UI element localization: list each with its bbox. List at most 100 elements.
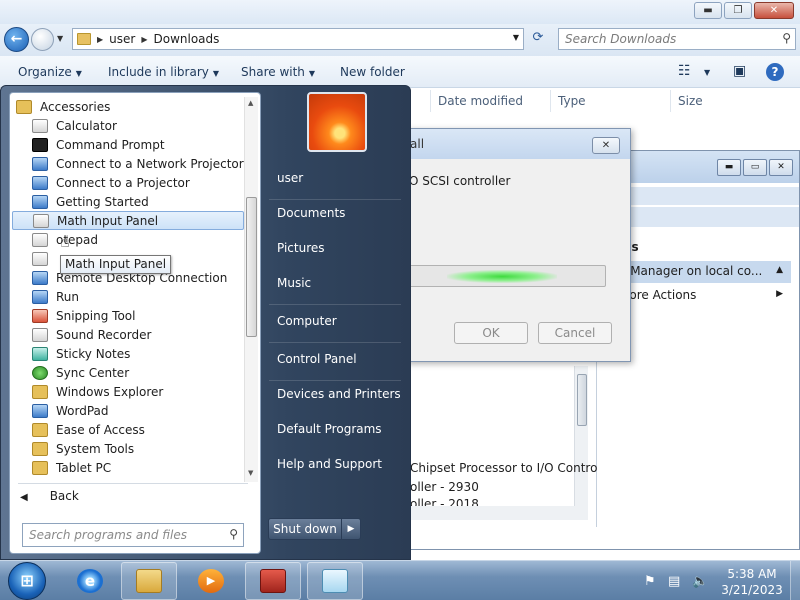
start-right-item-control-panel[interactable]: Control Panel <box>277 352 357 366</box>
volume-muted-icon[interactable]: 🔈 <box>692 574 708 589</box>
column-size[interactable]: Size <box>678 94 703 108</box>
device-tree-scrollbar[interactable] <box>574 366 588 506</box>
column-type[interactable]: Type <box>558 94 586 108</box>
start-search-placeholder: Search programs and files <box>29 528 187 542</box>
chevron-down-icon[interactable]: ▼ <box>704 68 710 77</box>
taskbar-notepad[interactable] <box>307 562 363 600</box>
taskbar-internet-explorer[interactable]: e <box>62 562 118 600</box>
program-item[interactable]: Calculator <box>12 116 244 135</box>
breadcrumb-user[interactable]: user <box>109 32 135 46</box>
show-desktop-button[interactable] <box>790 561 800 600</box>
chevron-down-icon: ▼ <box>212 69 220 78</box>
clock[interactable]: 5:38 AM 3/21/2023 <box>718 566 786 598</box>
start-right-item-help-and-support[interactable]: Help and Support <box>277 457 382 471</box>
program-item[interactable]: Tablet PC <box>12 458 244 477</box>
program-label: Run <box>56 289 80 304</box>
shutdown-options-button[interactable]: ▶ <box>341 518 361 540</box>
view-options-icon[interactable]: ☷ <box>678 63 691 79</box>
program-item[interactable]: Getting Started <box>12 192 244 211</box>
scroll-up-icon[interactable]: ▲ <box>248 99 253 107</box>
taskbar-windows-explorer[interactable] <box>121 562 177 600</box>
column-date-modified[interactable]: Date modified <box>438 94 523 108</box>
shutdown-button[interactable]: Shut down <box>268 518 342 540</box>
program-item[interactable]: Run <box>12 287 244 306</box>
sticky-notes-icon <box>32 346 48 361</box>
hand-cursor-icon: ☝ <box>60 232 70 251</box>
program-item[interactable]: Snipping Tool <box>12 306 244 325</box>
program-item[interactable]: Sticky Notes <box>12 344 244 363</box>
device-tree-item[interactable]: Chipset Processor to I/O Contro <box>410 461 597 475</box>
new-folder-button[interactable]: New folder <box>340 65 405 79</box>
program-item[interactable]: Sound Recorder <box>12 325 244 344</box>
program-item[interactable]: otepad <box>12 230 244 249</box>
program-item[interactable]: WordPad <box>12 401 244 420</box>
back-label: Back <box>49 489 79 503</box>
media-player-icon: ▶ <box>198 569 224 593</box>
refresh-icon[interactable]: ⟳ <box>528 30 548 48</box>
program-item[interactable]: Connect to a Network Projector <box>12 154 244 173</box>
programs-scrollbar[interactable]: ▲ ▼ <box>244 97 258 482</box>
start-right-item-devices-and-printers[interactable]: Devices and Printers <box>277 387 401 401</box>
program-item[interactable]: Ease of Access <box>12 420 244 439</box>
explorer-title-bar[interactable]: ▬ ❐ ✕ <box>0 0 800 24</box>
scrollbar-thumb[interactable] <box>246 197 257 337</box>
search-icon: ⚲ <box>229 527 238 541</box>
share-with-button[interactable]: Share with ▼ <box>241 65 315 79</box>
horizontal-scrollbar[interactable] <box>406 506 588 520</box>
close-button[interactable]: ✕ <box>769 159 793 176</box>
maximize-button[interactable]: ▭ <box>743 159 767 176</box>
back-button[interactable]: ← <box>4 27 29 52</box>
program-item[interactable]: Connect to a Projector <box>12 173 244 192</box>
start-search-input[interactable]: Search programs and files ⚲ <box>22 523 244 547</box>
start-right-item-documents[interactable]: Documents <box>277 206 345 220</box>
search-input[interactable]: Search Downloads ⚲ <box>558 28 796 50</box>
network-icon[interactable]: ▤ <box>668 574 680 589</box>
chevron-down-icon[interactable]: ▼ <box>513 33 519 42</box>
start-right-item-computer[interactable]: Computer <box>277 314 337 328</box>
recent-pages-dropdown[interactable]: ▼ <box>57 34 63 43</box>
start-right-item-user[interactable]: user <box>277 171 303 185</box>
scrollbar-thumb[interactable] <box>577 374 587 426</box>
action-center-flag-icon[interactable]: ⚑ <box>644 574 656 589</box>
program-item[interactable]: System Tools <box>12 439 244 458</box>
address-bar[interactable]: ▶ user ▶ Downloads ▼ <box>72 28 524 50</box>
close-button[interactable]: ✕ <box>754 2 794 19</box>
minimize-button[interactable]: ▬ <box>694 2 722 19</box>
taskbar-device-manager[interactable] <box>245 562 301 600</box>
program-item[interactable]: Command Prompt <box>12 135 244 154</box>
include-in-library-label: Include in library <box>108 65 209 79</box>
start-right-item-default-programs[interactable]: Default Programs <box>277 422 382 436</box>
ok-button[interactable]: OK <box>454 322 528 344</box>
collapse-icon[interactable]: ▲ <box>776 265 783 275</box>
organize-button[interactable]: Organize ▼ <box>18 65 82 79</box>
include-in-library-button[interactable]: Include in library ▼ <box>108 65 219 79</box>
taskbar-media-player[interactable]: ▶ <box>183 562 239 600</box>
chevron-right-icon: ▶ <box>776 289 783 299</box>
cancel-button[interactable]: Cancel <box>538 322 612 344</box>
dialog-close-button[interactable]: ✕ <box>592 137 620 154</box>
back-button[interactable]: ◀ Back <box>20 489 79 503</box>
start-button[interactable]: ⊞ <box>8 562 46 600</box>
column-divider <box>670 90 671 112</box>
program-label: Math Input Panel <box>57 213 159 228</box>
program-item[interactable]: Accessories <box>12 97 244 116</box>
minimize-button[interactable]: ▬ <box>717 159 741 176</box>
user-picture[interactable] <box>307 92 367 152</box>
start-right-item-pictures[interactable]: Pictures <box>277 241 325 255</box>
chevron-right-icon[interactable]: ▶ <box>141 35 147 44</box>
program-item[interactable]: Windows Explorer <box>12 382 244 401</box>
breadcrumb-downloads[interactable]: Downloads <box>154 32 220 46</box>
chevron-right-icon[interactable]: ▶ <box>97 35 103 44</box>
device-tree-item[interactable]: oller - 2930 <box>410 480 479 494</box>
dialog-title-bar[interactable]: all ✕ <box>406 129 630 159</box>
program-label: Command Prompt <box>56 137 165 152</box>
start-right-item-music[interactable]: Music <box>277 276 311 290</box>
help-icon[interactable]: ? <box>766 63 784 81</box>
maximize-button[interactable]: ❐ <box>724 2 752 19</box>
preview-pane-icon[interactable]: ▣ <box>733 63 746 79</box>
scroll-down-icon[interactable]: ▼ <box>248 469 253 477</box>
forward-button[interactable] <box>31 28 54 51</box>
program-item[interactable]: Sync Center <box>12 363 244 382</box>
search-icon[interactable]: ⚲ <box>782 31 791 45</box>
program-item[interactable]: Math Input Panel <box>12 211 244 230</box>
